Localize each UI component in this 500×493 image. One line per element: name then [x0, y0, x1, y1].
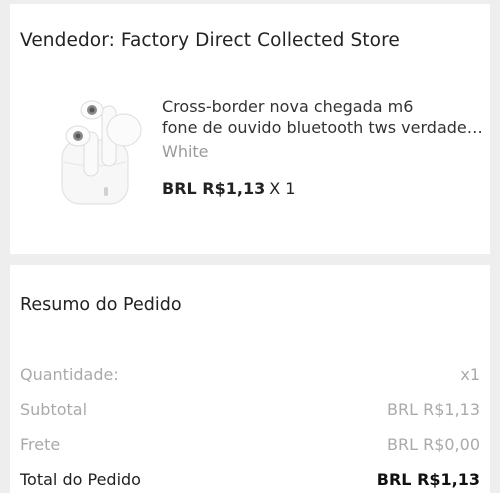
seller-name[interactable]: Vendedor: Factory Direct Collected Store — [20, 30, 400, 51]
summary-value: BRL R$1,13 — [386, 400, 480, 419]
summary-rows: Quantidade: x1 Subtotal BRL R$1,13 Frete… — [20, 357, 480, 493]
summary-row-quantity: Quantidade: x1 — [20, 357, 480, 392]
summary-row-subtotal: Subtotal BRL R$1,13 — [20, 392, 480, 427]
summary-label: Quantidade: — [20, 365, 119, 384]
product-price: BRL R$1,13 — [162, 179, 266, 198]
earbuds-icon — [61, 100, 142, 205]
product-price-row: BRL R$1,13 X 1 — [162, 179, 492, 198]
summary-row-total: Total do Pedido BRL R$1,13 — [20, 462, 480, 493]
summary-label: Subtotal — [20, 400, 88, 419]
summary-row-shipping: Frete BRL R$0,00 — [20, 427, 480, 462]
total-value: BRL R$1,13 — [376, 470, 480, 489]
summary-label: Frete — [20, 435, 61, 454]
product-image[interactable] — [50, 90, 142, 208]
total-label: Total do Pedido — [20, 470, 141, 489]
summary-value: x1 — [460, 365, 480, 384]
product-title[interactable]: Cross-border nova chegada m6 fone de ouv… — [162, 96, 492, 138]
order-summary-card: Resumo do Pedido Quantidade: x1 Subtotal… — [10, 265, 490, 493]
product-info: Cross-border nova chegada m6 fone de ouv… — [162, 96, 492, 198]
summary-title: Resumo do Pedido — [20, 295, 182, 315]
section-divider — [0, 254, 500, 265]
product-variant: White — [162, 142, 209, 161]
summary-value: BRL R$0,00 — [386, 435, 480, 454]
seller-card: Vendedor: Factory Direct Collected Store… — [10, 4, 490, 254]
product-quantity: X 1 — [269, 179, 296, 198]
